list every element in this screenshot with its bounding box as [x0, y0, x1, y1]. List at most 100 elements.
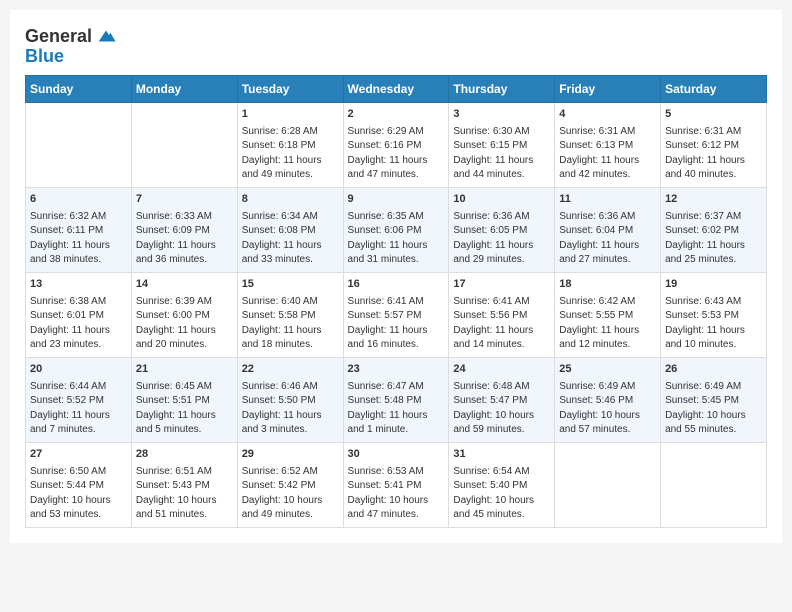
calendar-week-3: 13Sunrise: 6:38 AMSunset: 6:01 PMDayligh…: [26, 272, 767, 357]
day-info: Sunset: 6:02 PM: [665, 224, 762, 239]
calendar-cell: 22Sunrise: 6:46 AMSunset: 5:50 PMDayligh…: [237, 357, 343, 442]
day-number: 12: [665, 192, 762, 208]
day-info: Daylight: 11 hours and 5 minutes.: [136, 409, 233, 438]
calendar-cell: 3Sunrise: 6:30 AMSunset: 6:15 PMDaylight…: [449, 103, 555, 188]
calendar-cell: 19Sunrise: 6:43 AMSunset: 5:53 PMDayligh…: [661, 272, 767, 357]
day-info: Sunrise: 6:44 AM: [30, 380, 127, 395]
day-info: Sunrise: 6:49 AM: [559, 380, 656, 395]
day-number: 13: [30, 277, 127, 293]
day-info: Sunset: 6:08 PM: [242, 224, 339, 239]
day-info: Sunrise: 6:54 AM: [453, 465, 550, 480]
calendar-cell: 27Sunrise: 6:50 AMSunset: 5:44 PMDayligh…: [26, 442, 132, 527]
calendar-cell: 26Sunrise: 6:49 AMSunset: 5:45 PMDayligh…: [661, 357, 767, 442]
day-info: Sunrise: 6:41 AM: [453, 295, 550, 310]
day-info: Sunrise: 6:46 AM: [242, 380, 339, 395]
calendar-cell: 31Sunrise: 6:54 AMSunset: 5:40 PMDayligh…: [449, 442, 555, 527]
calendar-cell: 21Sunrise: 6:45 AMSunset: 5:51 PMDayligh…: [131, 357, 237, 442]
calendar-table: SundayMondayTuesdayWednesdayThursdayFrid…: [25, 75, 767, 528]
calendar-header: SundayMondayTuesdayWednesdayThursdayFrid…: [26, 76, 767, 103]
day-info: Sunset: 5:40 PM: [453, 479, 550, 494]
day-info: Sunrise: 6:53 AM: [348, 465, 445, 480]
day-info: Daylight: 11 hours and 10 minutes.: [665, 324, 762, 353]
day-info: Daylight: 11 hours and 14 minutes.: [453, 324, 550, 353]
weekday-header-saturday: Saturday: [661, 76, 767, 103]
day-number: 14: [136, 277, 233, 293]
calendar-cell: 24Sunrise: 6:48 AMSunset: 5:47 PMDayligh…: [449, 357, 555, 442]
day-info: Daylight: 11 hours and 27 minutes.: [559, 239, 656, 268]
day-info: Daylight: 10 hours and 57 minutes.: [559, 409, 656, 438]
calendar-cell: 13Sunrise: 6:38 AMSunset: 6:01 PMDayligh…: [26, 272, 132, 357]
calendar-cell: 1 Sunrise: 6:28 AMSunset: 6:18 PMDaylight…: [237, 103, 343, 188]
calendar-cell: [26, 103, 132, 188]
day-info: Sunrise: 6:39 AM: [136, 295, 233, 310]
calendar-week-4: 20Sunrise: 6:44 AMSunset: 5:52 PMDayligh…: [26, 357, 767, 442]
day-info: Daylight: 10 hours and 59 minutes.: [453, 409, 550, 438]
day-number: 27: [30, 447, 127, 463]
calendar-cell: 10Sunrise: 6:36 AMSunset: 6:05 PMDayligh…: [449, 187, 555, 272]
day-info: Sunrise: 6:29 AM: [348, 125, 445, 140]
calendar-cell: 11Sunrise: 6:36 AMSunset: 6:04 PMDayligh…: [555, 187, 661, 272]
day-info: Sunset: 5:45 PM: [665, 394, 762, 409]
calendar-cell: 18Sunrise: 6:42 AMSunset: 5:55 PMDayligh…: [555, 272, 661, 357]
day-info: Sunrise: 6:47 AM: [348, 380, 445, 395]
day-info: Sunrise: 6:37 AM: [665, 210, 762, 225]
calendar-cell: 8Sunrise: 6:34 AMSunset: 6:08 PMDaylight…: [237, 187, 343, 272]
day-number: 28: [136, 447, 233, 463]
day-number: 9: [348, 192, 445, 208]
day-info: Sunset: 6:15 PM: [453, 139, 550, 154]
weekday-header-row: SundayMondayTuesdayWednesdayThursdayFrid…: [26, 76, 767, 103]
calendar-week-5: 27Sunrise: 6:50 AMSunset: 5:44 PMDayligh…: [26, 442, 767, 527]
calendar-cell: 5Sunrise: 6:31 AMSunset: 6:12 PMDaylight…: [661, 103, 767, 188]
calendar-body: 1Sunrise: 6:28 AMSunset: 6:18 PMDaylight…: [26, 103, 767, 528]
calendar-cell: [661, 442, 767, 527]
logo-text-general: General: [25, 27, 92, 45]
calendar-cell: 12 Sunrise: 6:37 AMSunset: 6:02 PMDayligh…: [661, 187, 767, 272]
day-number: 7: [136, 192, 233, 208]
calendar-cell: [131, 103, 237, 188]
day-number: 29: [242, 447, 339, 463]
day-info: Daylight: 11 hours and 12 minutes.: [559, 324, 656, 353]
day-info: Daylight: 11 hours and 33 minutes.: [242, 239, 339, 268]
day-info: Daylight: 11 hours and 36 minutes.: [136, 239, 233, 268]
day-info: Sunset: 6:18 PM: [242, 139, 339, 154]
day-info: Sunrise: 6:48 AM: [453, 380, 550, 395]
day-info: Sunset: 5:46 PM: [559, 394, 656, 409]
day-info: Sunrise: 6:36 AM: [559, 210, 656, 225]
day-info: Daylight: 11 hours and 25 minutes.: [665, 239, 762, 268]
day-info: Sunrise: 6:51 AM: [136, 465, 233, 480]
day-number: 1: [242, 107, 339, 123]
day-info: Sunset: 5:58 PM: [242, 309, 339, 324]
day-info: Daylight: 11 hours and 3 minutes.: [242, 409, 339, 438]
day-info: Daylight: 10 hours and 49 minutes.: [242, 494, 339, 523]
day-info: Daylight: 11 hours and 38 minutes.: [30, 239, 127, 268]
day-info: Daylight: 11 hours and 18 minutes.: [242, 324, 339, 353]
day-info: Sunset: 5:47 PM: [453, 394, 550, 409]
calendar-cell: 15Sunrise: 6:40 AMSunset: 5:58 PMDayligh…: [237, 272, 343, 357]
day-number: 21: [136, 362, 233, 378]
day-info: Sunset: 5:50 PM: [242, 394, 339, 409]
calendar-cell: 4Sunrise: 6:31 AMSunset: 6:13 PMDaylight…: [555, 103, 661, 188]
day-number: 8: [242, 192, 339, 208]
day-info: Sunset: 6:05 PM: [453, 224, 550, 239]
day-info: Sunrise: 6:50 AM: [30, 465, 127, 480]
logo-text-blue: Blue: [25, 46, 64, 66]
day-info: Daylight: 11 hours and 49 minutes.: [242, 154, 339, 183]
day-info: Sunrise: 6:28 AM: [242, 125, 339, 140]
day-info: Sunset: 6:00 PM: [136, 309, 233, 324]
calendar-cell: 25Sunrise: 6:49 AMSunset: 5:46 PMDayligh…: [555, 357, 661, 442]
day-info: Sunrise: 6:35 AM: [348, 210, 445, 225]
calendar-cell: 2Sunrise: 6:29 AMSunset: 6:16 PMDaylight…: [343, 103, 449, 188]
day-info: Sunrise: 6:38 AM: [30, 295, 127, 310]
day-number: 16: [348, 277, 445, 293]
day-info: Daylight: 11 hours and 1 minute.: [348, 409, 445, 438]
day-info: Sunrise: 6:32 AM: [30, 210, 127, 225]
day-info: Sunset: 5:48 PM: [348, 394, 445, 409]
calendar-week-2: 6Sunrise: 6:32 AMSunset: 6:11 PMDaylight…: [26, 187, 767, 272]
day-info: Sunset: 6:09 PM: [136, 224, 233, 239]
day-info: Sunset: 5:51 PM: [136, 394, 233, 409]
day-info: Daylight: 11 hours and 40 minutes.: [665, 154, 762, 183]
day-number: 10: [453, 192, 550, 208]
day-info: Sunrise: 6:52 AM: [242, 465, 339, 480]
day-info: Daylight: 10 hours and 55 minutes.: [665, 409, 762, 438]
calendar-cell: [555, 442, 661, 527]
